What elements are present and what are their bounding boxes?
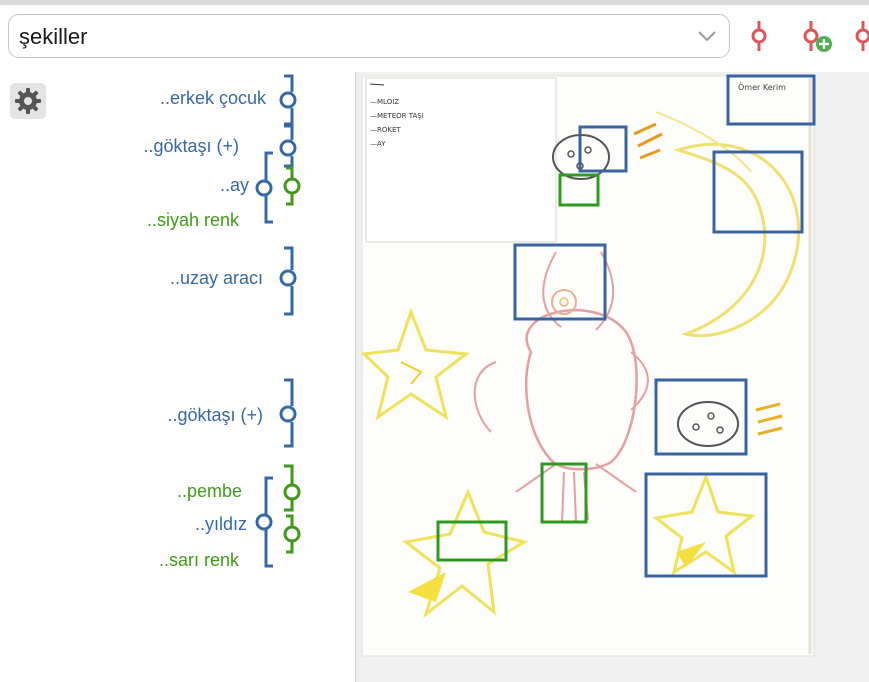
code-marker-sari-renk[interactable] — [283, 514, 301, 554]
document-image-viewer[interactable]: —MLOİZ —METEOR TAŞI —ROKET —AY Ömer Keri… — [356, 72, 869, 682]
note-line-1: —MLOİZ — [370, 97, 399, 106]
app-window: şekiller ..erkek çocuk ..göktaşı (+) ..a… — [0, 0, 869, 682]
code-marker-icon[interactable] — [748, 21, 770, 55]
code-marker-uzay-araci[interactable] — [279, 246, 297, 316]
note-line-3: —ROKET — [370, 126, 401, 134]
note-line-2: —METEOR TAŞI — [370, 112, 424, 120]
code-marker-siyah-renk[interactable] — [283, 166, 301, 206]
child-drawing-image: —MLOİZ —METEOR TAŞI —ROKET —AY Ömer Keri… — [360, 74, 816, 657]
chevron-down-icon — [698, 31, 716, 42]
code-marker-icon[interactable] — [852, 21, 869, 55]
code-marker-ay[interactable] — [255, 151, 273, 224]
code-marker-yildiz[interactable] — [255, 476, 273, 568]
add-code-marker-icon[interactable] — [800, 21, 834, 55]
drawing-name-tag: Ömer Kerim — [738, 82, 786, 92]
note-line-4: —AY — [370, 140, 386, 148]
code-marker-erkek-cocuk[interactable] — [279, 74, 297, 126]
code-marker-goktasi-2[interactable] — [279, 378, 297, 448]
code-marker-goktasi[interactable] — [279, 124, 297, 168]
code-bracket-markers — [255, 74, 301, 568]
code-marker-pembe[interactable] — [283, 464, 301, 512]
